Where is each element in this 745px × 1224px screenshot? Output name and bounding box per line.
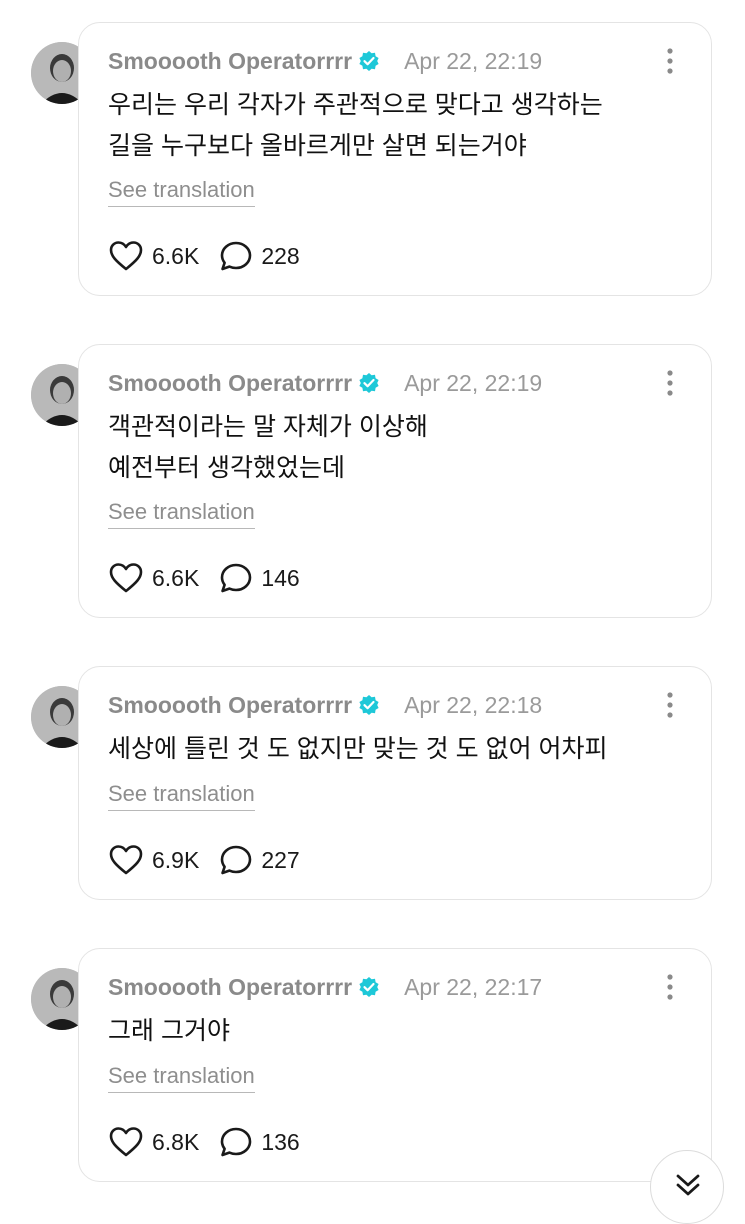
post-text-line: 객관적이라는 말 자체가 이상해 (108, 413, 428, 441)
verified-badge-icon (358, 694, 380, 716)
post-header: Smooooth Operatorrrr Apr 22, 22:18 (108, 690, 542, 720)
reply-bubble-icon[interactable] (219, 240, 253, 272)
post-actions: 6.6K 228 (108, 239, 300, 273)
post-card[interactable]: Smooooth Operatorrrr Apr 22, 22:17 그래 그거… (78, 948, 712, 1182)
post-timestamp: Apr 22, 22:17 (404, 973, 543, 1000)
like-count: 6.6K (152, 242, 200, 269)
reply-count: 228 (261, 242, 300, 269)
post-actions: 6.9K 227 (108, 843, 300, 877)
post-text: 객관적이라는 말 자체가 이상해 예전부터 생각했었는데 (108, 407, 428, 489)
post-text-line: 길을 누구보다 올바르게만 살면 되는거야 (108, 132, 527, 160)
post-card[interactable]: Smooooth Operatorrrr Apr 22, 22:18 세상에 틀… (78, 666, 712, 900)
post-text: 우리는 우리 각자가 주관적으로 맞다고 생각하는 길을 누구보다 올바르게만 … (108, 85, 603, 167)
post-text-line: 그래 그거야 (108, 1017, 230, 1045)
post-card[interactable]: Smooooth Operatorrrr Apr 22, 22:19 우리는 우… (78, 22, 712, 296)
like-count: 6.9K (152, 846, 200, 873)
more-options-icon[interactable] (665, 368, 675, 398)
reply-count: 136 (261, 1128, 300, 1155)
like-count: 6.6K (152, 564, 200, 591)
post-header: Smooooth Operatorrrr Apr 22, 22:19 (108, 46, 542, 76)
post-card[interactable]: Smooooth Operatorrrr Apr 22, 22:19 객관적이라… (78, 344, 712, 618)
username[interactable]: Smooooth Operatorrrr (108, 48, 352, 75)
reply-bubble-icon[interactable] (219, 562, 253, 594)
post-timestamp: Apr 22, 22:19 (404, 369, 543, 396)
username[interactable]: Smooooth Operatorrrr (108, 370, 352, 397)
verified-badge-icon (358, 372, 380, 394)
double-chevron-down-icon (676, 1174, 700, 1196)
verified-badge-icon (358, 976, 380, 998)
heart-icon[interactable] (108, 844, 144, 876)
verified-badge-icon (358, 50, 380, 72)
username[interactable]: Smooooth Operatorrrr (108, 692, 352, 719)
post-timestamp: Apr 22, 22:18 (404, 691, 543, 718)
see-translation-link[interactable]: See translation (108, 497, 255, 529)
post-timestamp: Apr 22, 22:19 (404, 47, 543, 74)
post-text: 세상에 틀린 것 도 없지만 맞는 것 도 없어 어차피 (108, 729, 608, 770)
post-actions: 6.8K 136 (108, 1125, 300, 1159)
more-options-icon[interactable] (665, 972, 675, 1002)
heart-icon[interactable] (108, 1126, 144, 1158)
more-options-icon[interactable] (665, 690, 675, 720)
post-header: Smooooth Operatorrrr Apr 22, 22:19 (108, 368, 542, 398)
see-translation-link[interactable]: See translation (108, 1061, 255, 1093)
post-text: 그래 그거야 (108, 1011, 230, 1052)
post-text-line: 우리는 우리 각자가 주관적으로 맞다고 생각하는 (108, 91, 603, 119)
more-options-icon[interactable] (665, 46, 675, 76)
reply-count: 146 (261, 564, 300, 591)
username[interactable]: Smooooth Operatorrrr (108, 974, 352, 1001)
post-text-line: 예전부터 생각했었는데 (108, 454, 345, 482)
heart-icon[interactable] (108, 240, 144, 272)
reply-bubble-icon[interactable] (219, 844, 253, 876)
scroll-down-button[interactable] (650, 1150, 724, 1224)
heart-icon[interactable] (108, 562, 144, 594)
reply-count: 227 (261, 846, 300, 873)
post-actions: 6.6K 146 (108, 561, 300, 595)
post-text-line: 세상에 틀린 것 도 없지만 맞는 것 도 없어 어차피 (108, 735, 608, 763)
see-translation-link[interactable]: See translation (108, 175, 255, 207)
post-header: Smooooth Operatorrrr Apr 22, 22:17 (108, 972, 542, 1002)
see-translation-link[interactable]: See translation (108, 779, 255, 811)
reply-bubble-icon[interactable] (219, 1126, 253, 1158)
like-count: 6.8K (152, 1128, 200, 1155)
